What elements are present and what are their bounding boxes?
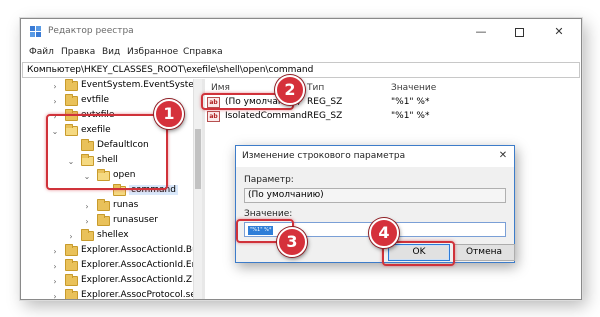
step-badge-3: 3	[277, 227, 307, 257]
folder-icon	[65, 259, 78, 271]
tree-item-label: evtfile	[81, 95, 110, 105]
expand-icon[interactable]: ›	[83, 202, 91, 211]
tree-item-label: shellex	[97, 230, 129, 240]
tree-item[interactable]: › runas	[21, 199, 202, 214]
tree-item-label: runasuser	[113, 215, 158, 225]
tree-item[interactable]: › EventSystem.EventSystem.1	[21, 79, 202, 94]
tree-item[interactable]: › Explorer.AssocProtocol.search-ms	[21, 289, 202, 300]
expand-icon[interactable]: ›	[51, 262, 59, 271]
expand-icon[interactable]: ›	[51, 277, 59, 286]
tree-item-label: runas	[113, 200, 139, 210]
tree-item-label: Explorer.AssocActionId.EraseDisc	[81, 260, 202, 270]
highlight-tree-path	[46, 114, 168, 190]
tree-item-label: Explorer.AssocActionId.BurnSelection	[81, 245, 202, 255]
folder-icon	[65, 289, 78, 299]
value-data: "%1" %*	[391, 97, 430, 107]
menu-view[interactable]: Вид	[102, 47, 120, 57]
maximize-icon	[514, 27, 524, 37]
window-title: Редактор реестра	[48, 26, 134, 36]
dialog-title: Изменение строкового параметра	[242, 151, 406, 161]
value-type: REG_SZ	[307, 97, 343, 107]
value-name: IsolatedCommand	[225, 111, 307, 121]
expand-icon[interactable]: ›	[51, 97, 59, 106]
menu-bar: Файл Правка Вид Избранное Справка	[21, 45, 581, 62]
tree-item-label: Explorer.AssocProtocol.search-ms	[81, 290, 202, 300]
folder-icon	[65, 274, 78, 286]
menu-file[interactable]: Файл	[29, 47, 54, 57]
step-badge-1: 1	[154, 99, 184, 129]
screenshot-stage: Редактор реестра — ✕ Файл Правка Вид Изб…	[0, 0, 600, 317]
dialog-close-button[interactable]: ✕	[494, 149, 512, 163]
value-data: "%1" %*	[391, 111, 430, 121]
tree-item[interactable]: › shellex	[21, 229, 202, 244]
parameter-name-field: (По умолчанию)	[244, 188, 506, 203]
step-badge-2: 2	[275, 75, 305, 105]
tree-scrollbar[interactable]	[193, 79, 202, 299]
folder-icon	[65, 244, 78, 256]
menu-help[interactable]: Справка	[183, 47, 223, 57]
expand-icon[interactable]: ›	[67, 232, 75, 241]
expand-icon[interactable]: ›	[51, 82, 59, 91]
close-button[interactable]: ✕	[541, 19, 577, 45]
column-header-type[interactable]: Тип	[307, 83, 324, 93]
parameter-name-value: (По умолчанию)	[248, 190, 324, 200]
cancel-button[interactable]: Отмена	[453, 244, 515, 261]
tree-item-label: EventSystem.EventSystem.1	[81, 80, 202, 90]
column-header-data[interactable]: Значение	[391, 83, 436, 93]
column-header-name[interactable]: Имя	[211, 83, 230, 93]
value-label: Значение:	[244, 209, 293, 219]
string-value-icon: ab	[207, 111, 220, 122]
expand-icon[interactable]: ›	[51, 247, 59, 256]
tree-item-label: Explorer.AssocActionId.ZipSelection	[81, 275, 202, 285]
value-type: REG_SZ	[307, 111, 343, 121]
maximize-button[interactable]	[501, 19, 537, 45]
step-badge-4: 4	[369, 218, 399, 248]
folder-icon	[65, 79, 78, 91]
title-bar[interactable]: Редактор реестра — ✕	[21, 19, 581, 45]
expand-icon[interactable]: ›	[83, 217, 91, 226]
expand-icon[interactable]: ›	[51, 292, 59, 299]
folder-icon	[97, 214, 110, 226]
folder-icon	[97, 199, 110, 211]
value-row[interactable]: ab IsolatedCommand REG_SZ "%1" %*	[205, 110, 575, 124]
tree-scrollbar-thumb[interactable]	[195, 129, 201, 189]
registry-editor-icon	[30, 26, 41, 37]
minimize-button[interactable]: —	[463, 19, 499, 45]
parameter-label: Параметр:	[244, 175, 294, 185]
folder-icon	[81, 229, 94, 241]
folder-icon	[65, 94, 78, 106]
menu-favorites[interactable]: Избранное	[127, 47, 178, 57]
menu-edit[interactable]: Правка	[61, 47, 95, 57]
address-bar[interactable]: Компьютер\HKEY_CLASSES_ROOT\exefile\shel…	[22, 62, 580, 78]
tree-item[interactable]: › runasuser	[21, 214, 202, 229]
tree-item[interactable]: › Explorer.AssocActionId.ZipSelection	[21, 274, 202, 289]
tree-item[interactable]: › Explorer.AssocActionId.BurnSelection	[21, 244, 202, 259]
tree-item[interactable]: › Explorer.AssocActionId.EraseDisc	[21, 259, 202, 274]
dialog-title-bar[interactable]: Изменение строкового параметра ✕	[236, 146, 514, 167]
address-path[interactable]: Компьютер\HKEY_CLASSES_ROOT\exefile\shel…	[27, 65, 313, 75]
